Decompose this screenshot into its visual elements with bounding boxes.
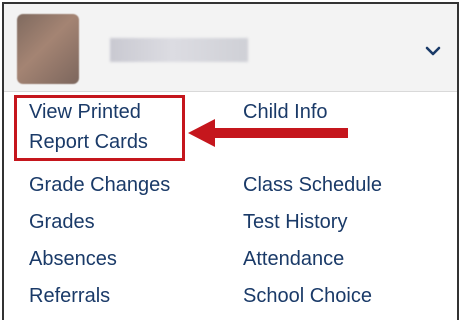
menu-item-label-line-2: Report Cards xyxy=(29,131,148,153)
child-photo xyxy=(17,14,79,84)
menu-grid: View Printed Report Cards Child Info Gra… xyxy=(4,92,457,320)
menu-item-grades[interactable]: Grades xyxy=(29,207,95,237)
menu-item-referrals[interactable]: Referrals xyxy=(29,281,110,311)
menu-item-label-line-1: View Printed xyxy=(29,101,141,123)
menu-item-test-history[interactable]: Test History xyxy=(243,207,347,237)
student-name-redacted xyxy=(110,38,248,62)
menu-item-child-info[interactable]: Child Info xyxy=(243,97,328,127)
student-header xyxy=(4,4,457,92)
student-menu-panel: View Printed Report Cards Child Info Gra… xyxy=(2,2,459,320)
menu-item-attendance[interactable]: Attendance xyxy=(243,244,344,274)
menu-item-grade-changes[interactable]: Grade Changes xyxy=(29,170,170,200)
chevron-down-icon[interactable] xyxy=(421,39,445,63)
menu-item-absences[interactable]: Absences xyxy=(29,244,117,274)
menu-item-school-choice[interactable]: School Choice xyxy=(243,281,372,311)
menu-item-view-printed-report-cards[interactable]: View Printed Report Cards xyxy=(29,97,148,157)
menu-item-class-schedule[interactable]: Class Schedule xyxy=(243,170,382,200)
